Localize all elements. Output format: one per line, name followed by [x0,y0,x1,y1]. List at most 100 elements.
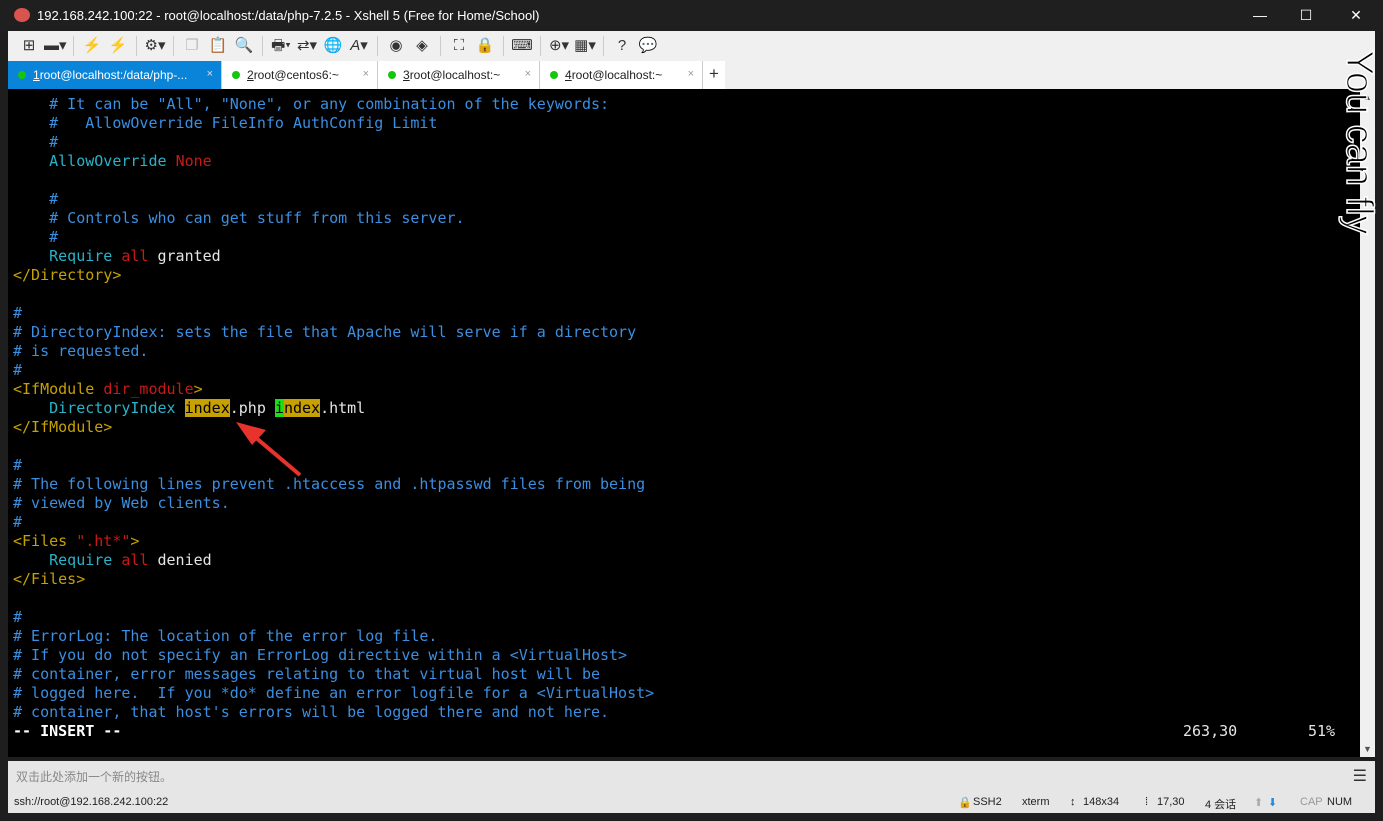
close-tab-icon[interactable]: × [363,68,369,80]
chat-icon[interactable]: 💬 [637,35,659,57]
tab-number: 2 [247,68,254,82]
terminal-line: # container, error messages relating to … [13,665,600,684]
lock-icon: 🔒 [958,797,972,809]
terminal-text: > [130,532,140,550]
tab-number: 3 [403,68,410,82]
terminal-text: -- INSERT -- [13,722,122,740]
layout-icon[interactable]: ▦▾ [574,35,596,57]
tab-session-4[interactable]: 4 root@localhost:~ × [540,61,703,89]
status-dot-icon [388,71,396,79]
cursor-position: 263,30 [1183,722,1238,740]
xshell-icon[interactable]: ◈ [411,35,433,57]
tab-label: root@localhost:/data/php-... [39,68,188,82]
terminal-text: # If you do not specify an ErrorLog dire… [13,646,628,664]
toolbar: ⊞ ▬▾ ⚡ ⚡ ⚙▾ ❐ 📋 🔍 🖶▾ ⇄▾ 🌐▾ A▾ ◉ ◈ ⛶ 🔒 ⌨ … [8,31,1375,76]
window-title: 192.168.242.100:22 - root@localhost:/dat… [37,8,540,23]
terminal-text: # logged here. If you *do* define an err… [13,684,655,702]
status-dot-icon [550,71,558,79]
add-tab-icon[interactable]: ⊕▾ [548,35,570,57]
add-tab-button[interactable]: + [703,61,725,89]
download-icon: ⬇ [1268,797,1278,809]
terminal-text: # [13,513,23,531]
terminal-text: <Files [13,532,77,550]
terminal-text: # viewed by Web clients. [13,494,230,512]
open-folder-icon[interactable]: ▬▾ [44,35,67,57]
connection-address: ssh://root@192.168.242.100:22 [14,796,169,808]
quickbar-hint: 双击此处添加一个新的按钮。 [16,770,173,784]
terminal[interactable]: # It can be "All", "None", or any combin… [8,89,1360,757]
upload-icon: ⬆ [1254,797,1264,809]
xftp-icon[interactable]: ◉ [385,35,407,57]
terminal-line: # ErrorLog: The location of the error lo… [13,627,437,646]
watermark-text: You can fly [1337,49,1381,235]
terminal-text: # container, that host's errors will be … [13,703,610,721]
disconnect-icon[interactable]: ⚡ [107,35,129,57]
caps-lock-indicator: CAP [1300,796,1323,808]
cursor-position-status: 17,30 [1157,796,1185,808]
status-dot-icon [232,71,240,79]
terminal-line: # viewed by Web clients. [13,494,230,513]
connect-icon[interactable]: ⚡ [81,35,103,57]
terminal-size: 148x34 [1083,796,1120,808]
terminal-text: # ErrorLog: The location of the error lo… [13,627,438,645]
tab-number: 1 [33,68,40,82]
status-dot-icon [18,71,26,79]
help-icon[interactable]: ? [611,35,633,57]
tab-session-3[interactable]: 3 root@localhost:~ × [378,61,540,89]
cursor-icon: ⁞ [1145,796,1149,808]
tab-label: root@localhost:~ [571,68,663,82]
globe-icon[interactable]: 🌐▾ [322,35,344,76]
menu-icon[interactable]: ☰ [1353,766,1367,786]
terminal-text: </Files> [13,570,86,588]
tab-session-1[interactable]: 1 root@localhost:/data/php-... × [8,61,222,89]
terminal-line: <Files ".ht*"> [13,532,139,551]
session-tabs: 1 root@localhost:/data/php-... × 2 root@c… [8,61,1375,89]
close-tab-icon[interactable]: × [525,68,531,80]
close-tab-icon[interactable]: × [688,68,694,80]
paste-icon[interactable]: 📋 [207,35,229,57]
terminal-line: # logged here. If you *do* define an err… [13,684,654,703]
terminal-line: -- INSERT -- [13,722,121,741]
terminal-line: </Files> [13,570,85,589]
num-lock-indicator: NUM [1327,796,1353,808]
transfer-icon[interactable]: ⇄▾ [296,35,318,57]
font-icon[interactable]: A▾ [348,35,370,57]
terminal-line: # If you do not specify an ErrorLog dire… [13,646,627,665]
tab-label: root@localhost:~ [409,68,501,82]
title-bar: 192.168.242.100:22 - root@localhost:/dat… [0,0,1383,31]
terminal-text: # container, error messages relating to … [13,665,600,683]
session-count: 4 会话 [1205,799,1237,811]
properties-icon[interactable]: ⚙▾ [144,35,166,57]
close-tab-icon[interactable]: × [207,68,213,80]
terminal-text: ".ht*" [76,532,131,550]
tab-label: root@centos6:~ [253,68,339,82]
quick-command-bar[interactable]: 双击此处添加一个新的按钮。 ☰ [8,761,1375,791]
terminal-line: # [13,608,22,627]
fullscreen-icon[interactable]: ⛶ [448,35,470,57]
maximize-button[interactable]: ☐ [1283,0,1329,31]
print-icon[interactable]: 🖶▾ [270,35,292,57]
file-percent: 51% [1308,722,1336,740]
tab-session-2[interactable]: 2 root@centos6:~ × [222,61,378,89]
tab-number: 4 [565,68,572,82]
resize-icon: ↕ [1070,796,1076,808]
terminal-type: xterm [1022,796,1050,808]
terminal-text: Require [13,551,122,569]
close-button[interactable]: ✕ [1329,0,1383,31]
annotation-arrow-icon [236,422,302,477]
xshell-logo-icon [14,8,30,22]
terminal-text: all [121,551,158,569]
terminal-line: # [13,513,22,532]
terminal-line: # container, that host's errors will be … [13,703,609,722]
copy-icon[interactable]: ❐ [181,35,203,57]
protocol: SSH2 [973,796,1002,808]
lock-icon[interactable]: 🔒 [474,35,496,57]
new-session-icon[interactable]: ⊞ [18,35,40,57]
terminal-line: Require all denied [13,551,212,570]
terminal-text: # [13,608,23,626]
find-icon[interactable]: 🔍 [233,35,255,57]
status-bar: ssh://root@192.168.242.100:22 🔒 SSH2 xte… [8,791,1375,813]
minimize-button[interactable]: — [1237,0,1283,31]
terminal-text: denied [157,551,212,569]
keyboard-icon[interactable]: ⌨ [511,35,533,57]
